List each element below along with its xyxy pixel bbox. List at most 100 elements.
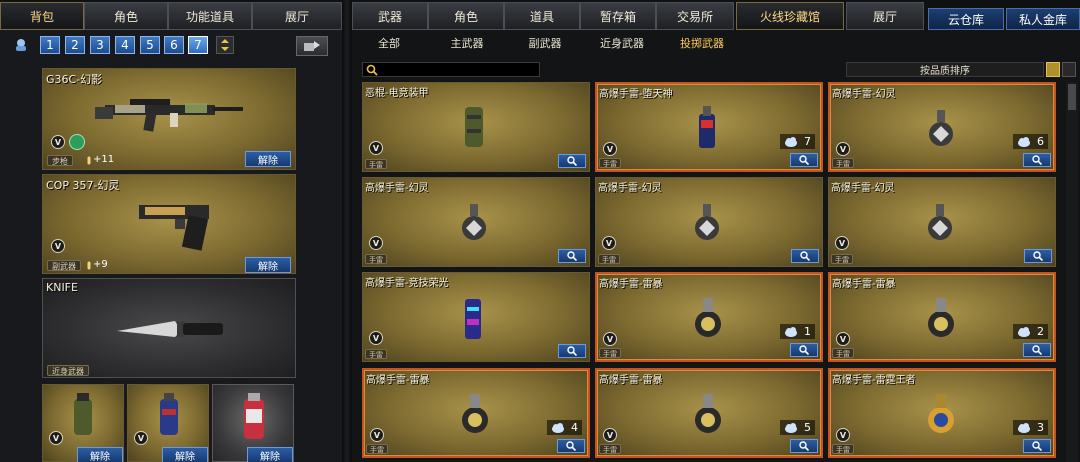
equipped-primary-card[interactable]: G36C-幻影 V 步枪 +11 解除 bbox=[42, 68, 296, 170]
item-card[interactable]: 高爆手雷-堕天神 V 手雷 7 bbox=[595, 82, 823, 172]
inspect-button[interactable] bbox=[557, 439, 585, 453]
panel-divider bbox=[342, 0, 352, 462]
inspect-button[interactable] bbox=[790, 343, 818, 357]
grenade-icon bbox=[695, 298, 721, 337]
sort-arrow-icon[interactable] bbox=[1062, 62, 1076, 77]
up-down-arrows-icon bbox=[221, 39, 229, 51]
inspect-button[interactable] bbox=[1023, 153, 1051, 167]
item-count: 5 bbox=[780, 420, 815, 435]
page-button-6[interactable]: 6 bbox=[164, 36, 184, 54]
page-button-1[interactable]: 1 bbox=[40, 36, 60, 54]
inspect-button[interactable] bbox=[1023, 439, 1051, 453]
ammo-count: +11 bbox=[93, 154, 115, 165]
equipped-grenade-slot-1[interactable]: V 解除 bbox=[42, 384, 124, 462]
tab-stash[interactable]: 暂存箱 bbox=[580, 2, 656, 30]
tab-character-right[interactable]: 角色 bbox=[428, 2, 504, 30]
subtab-primary[interactable]: 主武器 bbox=[440, 34, 494, 52]
weapon-category-badge: 副武器 bbox=[47, 260, 81, 271]
grenade-icon bbox=[929, 110, 953, 146]
item-count: 3 bbox=[1013, 420, 1048, 435]
rank-v-icon: V bbox=[369, 331, 383, 345]
unequip-button[interactable]: 解除 bbox=[245, 257, 291, 273]
subtab-throwing[interactable]: 投掷武器 bbox=[672, 34, 732, 52]
item-card[interactable]: 高爆手雷-幻灵 V 手雷 bbox=[362, 177, 590, 267]
scrollbar[interactable] bbox=[1066, 82, 1078, 462]
item-card[interactable]: 高爆手雷-雷霆王者 V 手雷 3 bbox=[828, 368, 1056, 458]
grenade-icon bbox=[462, 394, 488, 433]
sort-dropdown[interactable]: 按品质排序 bbox=[846, 62, 1044, 77]
search-input[interactable] bbox=[362, 62, 540, 77]
inspect-button[interactable] bbox=[558, 344, 586, 358]
inspect-button[interactable] bbox=[790, 439, 818, 453]
equipped-melee-card[interactable]: KNIFE 近身武器 bbox=[42, 278, 296, 378]
tab-showroom-right[interactable]: 展厅 bbox=[846, 2, 924, 30]
unequip-button[interactable]: 解除 bbox=[77, 447, 123, 462]
character-icon[interactable] bbox=[13, 37, 29, 53]
item-card[interactable]: 高爆手雷-雷暴 V 手雷 5 bbox=[595, 368, 823, 458]
tab-functional-items[interactable]: 功能道具 bbox=[168, 2, 252, 30]
equipped-secondary-card[interactable]: COP 357-幻灵 V 副武器 +9 解除 bbox=[42, 174, 296, 274]
inspect-button[interactable] bbox=[1023, 343, 1051, 357]
item-count: 4 bbox=[547, 420, 582, 435]
cloud-icon bbox=[1018, 326, 1030, 337]
tab-private-vault[interactable]: 私人金库 bbox=[1006, 8, 1080, 30]
item-card[interactable]: 高爆手雷-幻灵 V 手雷 6 bbox=[828, 82, 1056, 172]
transfer-button[interactable] bbox=[296, 36, 328, 56]
page-stepper[interactable] bbox=[216, 36, 234, 54]
inspect-button[interactable] bbox=[558, 154, 586, 168]
unequip-button[interactable]: 解除 bbox=[247, 447, 293, 462]
tab-collection[interactable]: 火线珍藏馆 bbox=[736, 2, 844, 30]
page-button-7[interactable]: 7 bbox=[188, 36, 208, 54]
cloud-icon bbox=[785, 136, 797, 147]
page-button-4[interactable]: 4 bbox=[115, 36, 135, 54]
item-card[interactable]: 高爆手雷-雷暴 V 手雷 1 bbox=[595, 272, 823, 362]
inspect-button[interactable] bbox=[558, 249, 586, 263]
magnifier-icon bbox=[567, 346, 577, 356]
tab-exchange[interactable]: 交易所 bbox=[656, 2, 734, 30]
page-button-5[interactable]: 5 bbox=[140, 36, 160, 54]
page-button-3[interactable]: 3 bbox=[90, 36, 110, 54]
rank-v-icon: V bbox=[134, 431, 148, 445]
tab-character[interactable]: 角色 bbox=[84, 2, 168, 30]
item-category-badge: 手雷 bbox=[599, 348, 621, 358]
item-name: 高爆手雷-雷霆王者 bbox=[832, 375, 916, 386]
rank-v-icon: V bbox=[370, 428, 384, 442]
grenade-icon bbox=[465, 107, 483, 147]
unequip-button[interactable]: 解除 bbox=[162, 447, 208, 462]
inspect-button[interactable] bbox=[1024, 249, 1052, 263]
list-view-icon[interactable] bbox=[1046, 62, 1060, 77]
tab-items[interactable]: 道具 bbox=[504, 2, 580, 30]
skill-icon bbox=[69, 134, 85, 150]
item-card[interactable]: 高爆手雷-雷暴 V 手雷 4 bbox=[362, 368, 590, 458]
item-card[interactable]: 高爆手雷-雷暴 V 手雷 2 bbox=[828, 272, 1056, 362]
knife-image bbox=[117, 321, 223, 337]
item-count-number: 7 bbox=[804, 135, 811, 148]
item-category-badge: 手雷 bbox=[832, 158, 854, 168]
item-card[interactable]: 高爆手雷-幻灵 V 手雷 bbox=[595, 177, 823, 267]
tab-weapons[interactable]: 武器 bbox=[352, 2, 428, 30]
item-card[interactable]: 高爆手雷-竞技荣光 V 手雷 bbox=[362, 272, 590, 362]
rank-v-icon: V bbox=[51, 135, 65, 149]
inspect-button[interactable] bbox=[790, 153, 818, 167]
tab-showroom-left[interactable]: 展厅 bbox=[252, 2, 342, 30]
equipped-grenade-slot-2[interactable]: V 解除 bbox=[127, 384, 209, 462]
page-button-2[interactable]: 2 bbox=[65, 36, 85, 54]
subtab-all[interactable]: 全部 bbox=[366, 34, 412, 52]
rank-v-icon: V bbox=[603, 142, 617, 156]
equipped-grenade-slot-3[interactable]: 解除 bbox=[212, 384, 294, 462]
item-card[interactable]: 恶棍-电竞装甲 V 手雷 bbox=[362, 82, 590, 172]
unequip-button[interactable]: 解除 bbox=[245, 151, 291, 167]
grenade-icon bbox=[465, 299, 481, 339]
grenade-icon bbox=[699, 106, 715, 148]
rank-v-icon: V bbox=[603, 332, 617, 346]
scrollbar-thumb[interactable] bbox=[1068, 84, 1076, 110]
tab-backpack[interactable]: 背包 bbox=[0, 2, 84, 30]
rank-v-icon: V bbox=[49, 431, 63, 445]
grenade-icon bbox=[462, 204, 486, 240]
inspect-button[interactable] bbox=[791, 249, 819, 263]
tab-cloud-storage[interactable]: 云仓库 bbox=[928, 8, 1004, 30]
item-card[interactable]: 高爆手雷-幻灵 V 手雷 bbox=[828, 177, 1056, 267]
subtab-secondary[interactable]: 副武器 bbox=[518, 34, 572, 52]
subtab-melee[interactable]: 近身武器 bbox=[592, 34, 652, 52]
item-count-number: 5 bbox=[804, 421, 811, 434]
